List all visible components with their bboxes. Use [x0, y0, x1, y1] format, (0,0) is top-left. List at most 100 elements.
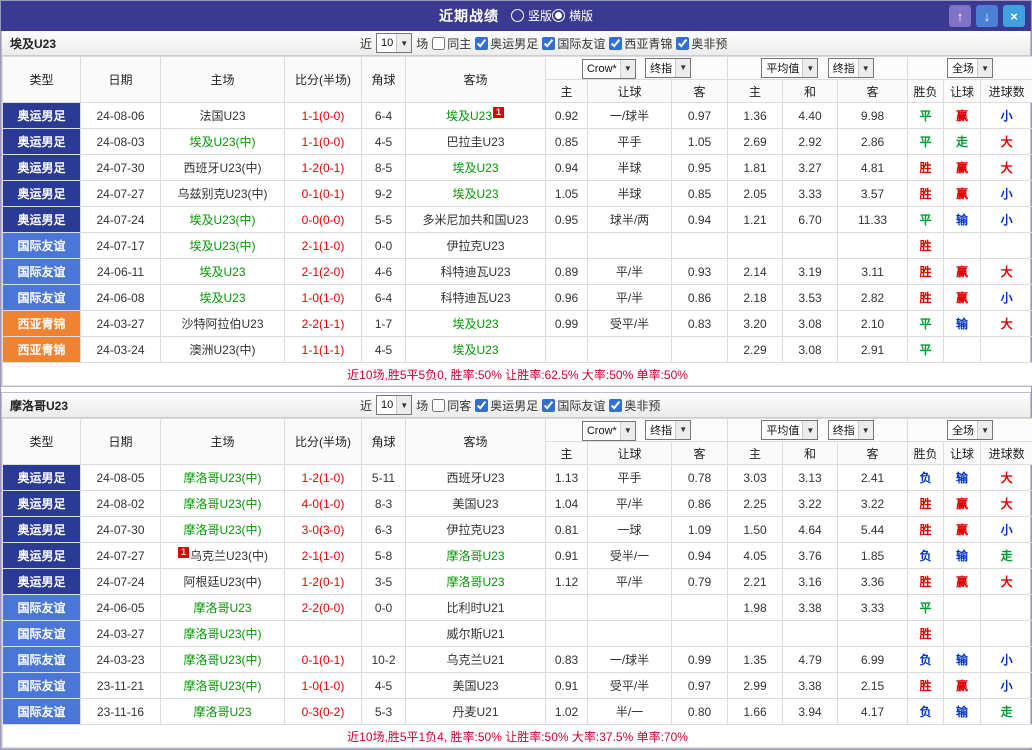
date-cell: 24-07-27: [81, 543, 161, 569]
avg-home-cell: 1.36: [728, 103, 783, 129]
same-venue-checkbox[interactable]: 同主: [432, 35, 471, 52]
match-type-cell: 奥运男足: [3, 181, 81, 207]
same-venue-input[interactable]: [432, 37, 445, 50]
league-checkboxes: 奥运男足国际友谊西亚青锦奥非预: [475, 35, 727, 52]
date-cell: 24-03-27: [81, 311, 161, 337]
odds-home-cell: [546, 337, 588, 363]
games-label: 场: [416, 397, 428, 414]
avg-home-cell: 1.98: [728, 595, 783, 621]
league-filter-checkbox[interactable]: 奥非预: [676, 35, 727, 52]
match-row: 国际友谊24-06-05摩洛哥U232-2(0-0)0-0比利时U211.983…: [3, 595, 1032, 621]
average-select[interactable]: 平均值▼: [761, 420, 818, 440]
final-odds-select[interactable]: 终指▼: [645, 58, 691, 78]
radio-icon: [552, 9, 565, 22]
titlebar-center: 近期战绩 竖版横版: [1, 6, 1031, 26]
odds-handicap-cell: 受平/半: [588, 673, 672, 699]
league-checkbox-input[interactable]: [475, 399, 488, 412]
avg-home-cell: 3.03: [728, 465, 783, 491]
col-header-goals: 进球数: [981, 80, 1032, 103]
league-checkbox-input[interactable]: [609, 399, 622, 412]
score-cell: 1-2(0-1): [285, 155, 362, 181]
corner-cell: 1-7: [362, 311, 406, 337]
match-type-cell: 国际友谊: [3, 285, 81, 311]
league-checkbox-input[interactable]: [609, 37, 622, 50]
handicap-result-cell: 输: [944, 311, 981, 337]
goals-cell: 大: [981, 465, 1032, 491]
final-odds-select[interactable]: 终指▼: [645, 420, 691, 440]
odds-away-cell: [672, 621, 728, 647]
match-count-select[interactable]: 10▼: [376, 395, 412, 415]
home-team-cell: 埃及U23: [161, 259, 285, 285]
handicap-result-cell: 输: [944, 465, 981, 491]
handicap-result-cell: 赢: [944, 155, 981, 181]
avg-draw-cell: [783, 233, 838, 259]
scope-select[interactable]: 全场▼: [947, 420, 993, 440]
match-type-cell: 西亚青锦: [3, 337, 81, 363]
bookmaker-select-cell: Crow*▼ 终指▼: [546, 419, 728, 442]
radio-label: 竖版: [528, 7, 552, 24]
close-button[interactable]: ×: [1003, 5, 1025, 27]
layout-radio-option[interactable]: 横版: [552, 7, 593, 24]
odds-away-cell: 0.79: [672, 569, 728, 595]
away-team-cell: 伊拉克U23: [406, 233, 546, 259]
team-name: 沙特阿拉伯U23: [181, 317, 263, 331]
odds-handicap-cell: 半/一: [588, 699, 672, 725]
radio-label: 横版: [569, 7, 593, 24]
league-filter-checkbox[interactable]: 国际友谊: [542, 397, 605, 414]
radio-icon: [511, 9, 524, 22]
date-cell: 24-03-23: [81, 647, 161, 673]
col-header-corner: 角球: [362, 419, 406, 465]
goals-cell: 大: [981, 491, 1032, 517]
home-team-cell: 摩洛哥U23: [161, 699, 285, 725]
league-filter-checkbox[interactable]: 奥运男足: [475, 397, 538, 414]
final-odds-select-2[interactable]: 终指▼: [828, 420, 874, 440]
col-header-date: 日期: [81, 419, 161, 465]
layout-radio-option[interactable]: 竖版: [511, 7, 552, 24]
odds-handicap-cell: 平/半: [588, 491, 672, 517]
away-team-cell: 科特迪瓦U23: [406, 259, 546, 285]
team-name: 埃及U23: [452, 343, 498, 357]
home-team-cell: 摩洛哥U23(中): [161, 465, 285, 491]
league-filter-checkbox[interactable]: 奥运男足: [475, 35, 538, 52]
avg-draw-cell: 3.53: [783, 285, 838, 311]
match-row: 国际友谊24-06-11埃及U232-1(2-0)4-6科特迪瓦U230.89平…: [3, 259, 1032, 285]
bookmaker-select[interactable]: Crow*▼: [582, 421, 636, 441]
team-name: 摩洛哥U23: [446, 575, 504, 589]
avg-draw-cell: 3.76: [783, 543, 838, 569]
match-row: 国际友谊24-03-27摩洛哥U23(中)威尔斯U21胜: [3, 621, 1032, 647]
odds-handicap-cell: 平手: [588, 465, 672, 491]
odds-home-cell: 1.13: [546, 465, 588, 491]
move-down-button[interactable]: ↓: [976, 5, 998, 27]
avg-draw-cell: 3.13: [783, 465, 838, 491]
league-filter-checkbox[interactable]: 国际友谊: [542, 35, 605, 52]
corner-cell: 6-4: [362, 285, 406, 311]
score-cell: 1-2(1-0): [285, 465, 362, 491]
league-filter-checkbox[interactable]: 奥非预: [609, 397, 660, 414]
team-name: 伊拉克U23: [446, 239, 504, 253]
bookmaker-select[interactable]: Crow*▼: [582, 59, 636, 79]
chevron-down-icon: ▼: [977, 59, 992, 77]
same-venue-input[interactable]: [432, 399, 445, 412]
match-count-select[interactable]: 10▼: [376, 33, 412, 53]
home-team-cell: 摩洛哥U23: [161, 595, 285, 621]
odds-home-cell: [546, 595, 588, 621]
league-checkbox-input[interactable]: [542, 399, 555, 412]
chevron-down-icon: ▼: [802, 59, 817, 77]
league-checkbox-input[interactable]: [475, 37, 488, 50]
scope-select[interactable]: 全场▼: [947, 58, 993, 78]
result-cell: 胜: [908, 155, 944, 181]
goals-cell: 小: [981, 647, 1032, 673]
move-up-button[interactable]: ↑: [949, 5, 971, 27]
odds-home-cell: [546, 233, 588, 259]
league-filter-checkbox[interactable]: 西亚青锦: [609, 35, 672, 52]
team-name: 埃及U23: [199, 291, 245, 305]
avg-away-cell: 4.17: [838, 699, 908, 725]
final-odds-select-2[interactable]: 终指▼: [828, 58, 874, 78]
result-cell: 胜: [908, 491, 944, 517]
same-venue-checkbox[interactable]: 同客: [432, 397, 471, 414]
league-checkbox-input[interactable]: [676, 37, 689, 50]
corner-cell: 10-2: [362, 647, 406, 673]
league-checkbox-input[interactable]: [542, 37, 555, 50]
chevron-down-icon: ▼: [396, 396, 411, 414]
average-select[interactable]: 平均值▼: [761, 58, 818, 78]
